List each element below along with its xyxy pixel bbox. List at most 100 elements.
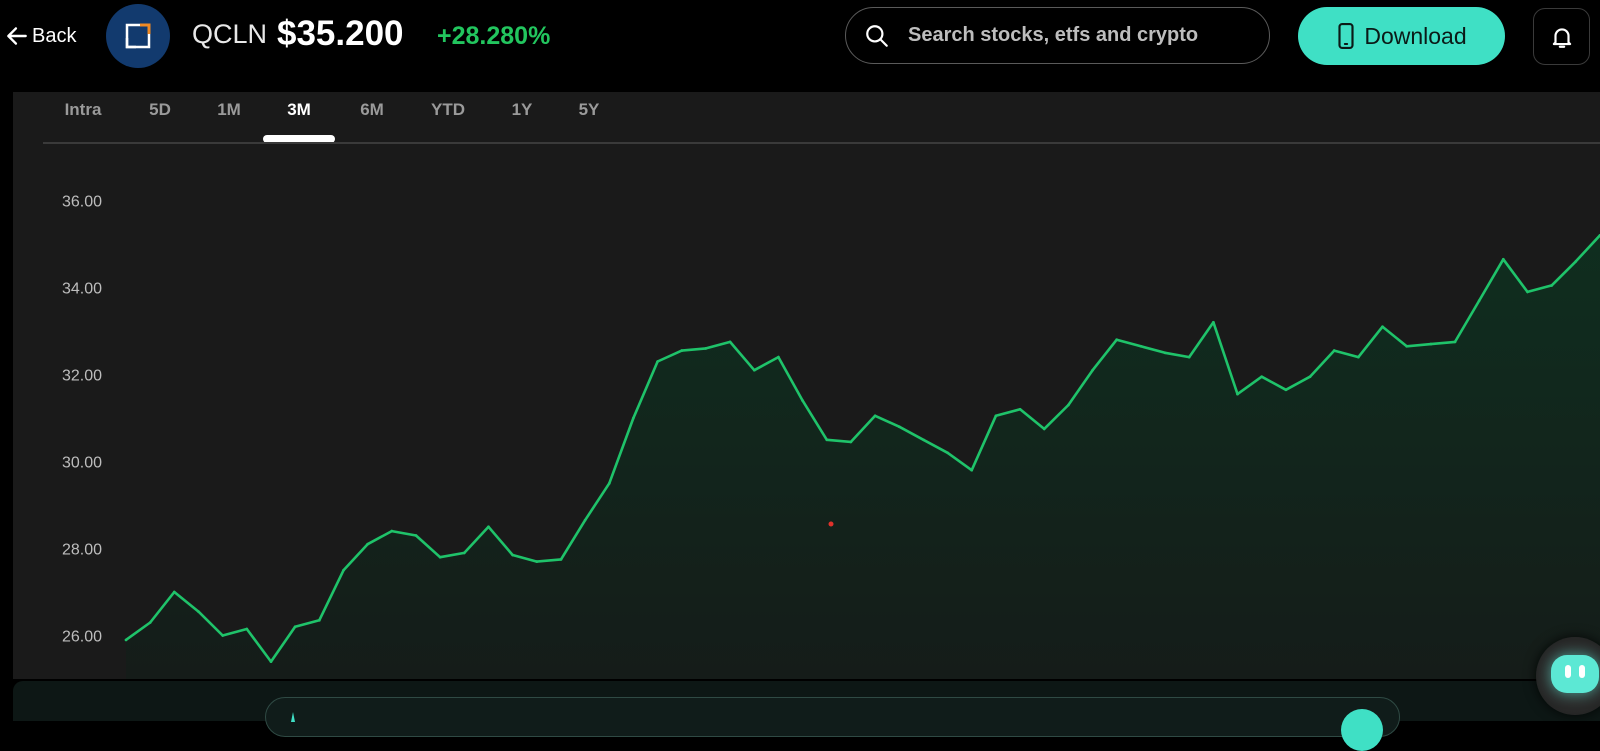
price-point	[1042, 427, 1046, 431]
tab-6m[interactable]: 6M	[352, 100, 392, 128]
price-point	[124, 638, 128, 642]
y-tick-label: 28.00	[62, 542, 102, 559]
price-point	[438, 555, 442, 559]
price-point	[1357, 355, 1360, 359]
price-point	[221, 634, 224, 637]
price-point	[608, 482, 611, 485]
fund-logo-icon	[106, 4, 170, 68]
tab-intra[interactable]: Intra	[55, 100, 111, 128]
download-button[interactable]: Download	[1298, 7, 1505, 65]
search-icon	[866, 24, 888, 47]
price-point	[1332, 349, 1336, 352]
price-point	[1187, 355, 1191, 359]
price-point	[922, 438, 925, 442]
back-button[interactable]: Back	[4, 20, 76, 52]
price-point	[994, 414, 998, 418]
price-point	[269, 660, 273, 663]
price-point	[1212, 321, 1215, 324]
price-point	[318, 619, 321, 622]
download-label: Download	[1364, 22, 1467, 49]
search-input[interactable]	[906, 23, 1236, 48]
price-point	[583, 518, 587, 522]
tab-5y[interactable]: 5Y	[569, 100, 609, 128]
price-point	[1405, 345, 1408, 348]
price-point	[173, 590, 176, 594]
y-axis: 36.00 34.00 32.00 30.00 28.00 26.00	[62, 194, 102, 646]
timeframe-tabs: Intra 5D 1M 3M 6M YTD 1Y 5Y	[13, 92, 1600, 144]
price-point	[1381, 325, 1384, 328]
price-point	[1308, 375, 1312, 378]
price-point	[1163, 351, 1167, 355]
price-point	[197, 610, 200, 613]
price-point	[1526, 290, 1529, 294]
price-area-fill	[126, 235, 1600, 679]
price-point	[704, 347, 708, 350]
y-tick-label: 30.00	[62, 455, 102, 472]
y-tick-label: 26.00	[62, 629, 102, 646]
price-point	[559, 558, 563, 561]
tab-3m[interactable]: 3M	[279, 100, 319, 128]
price-point	[245, 627, 249, 631]
price-point	[1091, 368, 1094, 372]
y-tick-label: 32.00	[62, 368, 102, 385]
top-header: Back QCLN $35.200 +28.280% Download	[0, 0, 1600, 92]
price-point	[728, 340, 732, 344]
current-price: $35.200	[277, 14, 404, 53]
price-point	[680, 349, 684, 352]
tab-5d[interactable]: 5D	[140, 100, 180, 128]
y-tick-label: 36.00	[62, 194, 102, 211]
price-point	[801, 399, 804, 402]
price-point	[535, 560, 539, 563]
price-point	[1429, 342, 1433, 346]
price-point	[1236, 392, 1239, 396]
price-point	[849, 440, 853, 444]
y-tick-label: 34.00	[62, 281, 102, 298]
price-point	[1453, 340, 1457, 344]
price-point	[1115, 338, 1118, 341]
price-change-percent: +28.280%	[437, 22, 551, 50]
arrow-left-icon	[7, 27, 27, 45]
price-point	[970, 468, 973, 472]
tab-ytd[interactable]: YTD	[423, 100, 473, 128]
search-bar[interactable]	[845, 7, 1270, 64]
price-point	[656, 360, 659, 363]
ticker-symbol: QCLN	[192, 19, 268, 49]
price-point	[342, 569, 345, 572]
price-chart[interactable]: 36.00 34.00 32.00 30.00 28.00 26.00	[13, 144, 1600, 679]
back-label: Back	[32, 24, 77, 47]
price-point	[1574, 260, 1578, 263]
phone-icon	[1338, 23, 1354, 49]
price-point	[390, 529, 394, 533]
price-point	[1260, 375, 1263, 378]
chart-panel: Intra 5D 1M 3M 6M YTD 1Y 5Y 36.00 34.00 32…	[13, 92, 1600, 679]
price-point	[873, 414, 877, 418]
robot-face-icon	[1551, 655, 1599, 693]
price-point	[1502, 258, 1505, 261]
price-point	[487, 525, 490, 529]
price-point	[1550, 284, 1553, 287]
tab-1y[interactable]: 1Y	[502, 100, 542, 128]
bell-icon	[1552, 27, 1571, 48]
price-point	[1477, 299, 1481, 302]
price-point	[946, 451, 949, 455]
price-point	[632, 416, 635, 420]
price-point	[825, 438, 829, 442]
price-point	[148, 621, 152, 624]
red-marker-dot	[828, 521, 834, 527]
notifications-button[interactable]	[1533, 8, 1590, 65]
price-point	[753, 368, 756, 372]
price-point	[1067, 403, 1070, 407]
price-point	[463, 551, 466, 555]
price-point	[414, 534, 418, 537]
price-point	[511, 553, 514, 557]
price-point	[366, 542, 369, 546]
price-point	[777, 355, 780, 359]
send-button[interactable]	[1341, 709, 1383, 751]
price-point	[1139, 345, 1143, 348]
price-point	[897, 425, 901, 429]
price-point	[293, 625, 297, 629]
price-point	[1018, 408, 1022, 411]
tab-1m[interactable]: 1M	[209, 100, 249, 128]
ask-input-field[interactable]	[265, 697, 1400, 737]
price-point	[1284, 388, 1288, 392]
